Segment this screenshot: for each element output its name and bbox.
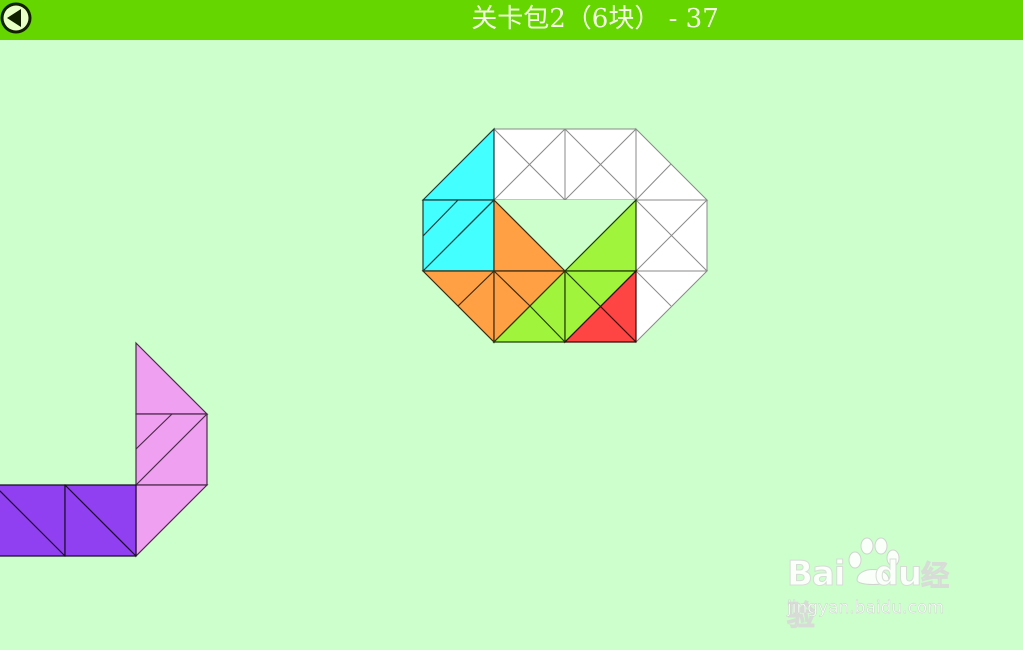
watermark-brand: Bai du经验 <box>786 554 949 633</box>
baidu-watermark: Bai du经验 jingyan.baidu.com <box>785 536 975 633</box>
level-title: 关卡包2（6块） - 37 <box>471 4 719 34</box>
header-bar: 关卡包2（6块） - 37 <box>0 0 1023 40</box>
watermark-url: jingyan.baidu.com <box>787 598 944 618</box>
piece-cyan[interactable] <box>421 127 495 272</box>
piece-purple[interactable] <box>0 484 137 557</box>
piece-pink[interactable] <box>135 341 209 558</box>
